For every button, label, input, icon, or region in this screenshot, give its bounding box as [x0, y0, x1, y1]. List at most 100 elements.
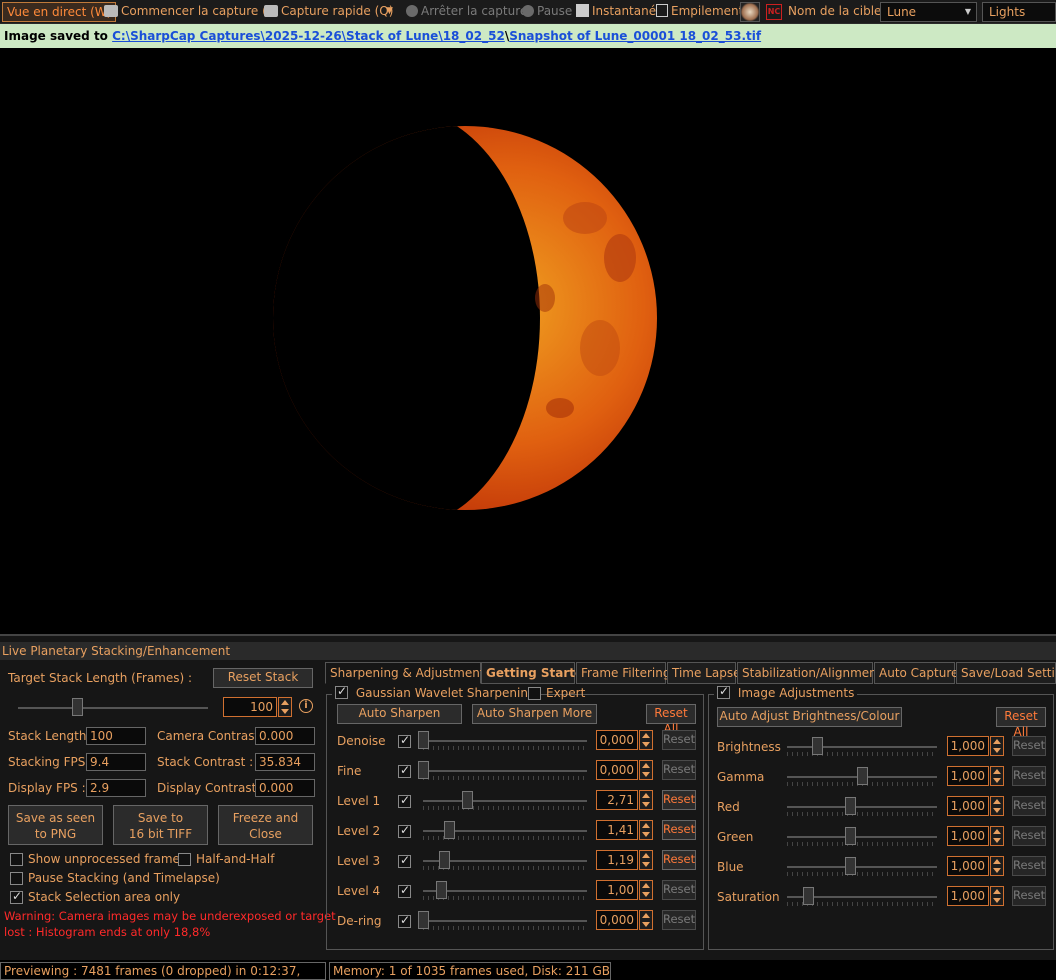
- sharpen-row-reset-button[interactable]: Reset: [662, 910, 696, 930]
- tab-getting-started[interactable]: Getting Started: [481, 662, 592, 684]
- sharpen-row-track[interactable]: [423, 770, 587, 772]
- tab-time-lapse[interactable]: Time Lapse: [667, 662, 740, 684]
- sharpen-row-reset-button[interactable]: Reset: [662, 850, 696, 870]
- sharpen-row-reset-button[interactable]: Reset: [662, 820, 696, 840]
- sharpen-row-slider[interactable]: [439, 851, 451, 869]
- adjust-row-value[interactable]: 1,000: [947, 886, 989, 906]
- adjust-row-track[interactable]: [787, 806, 937, 808]
- sharpen-row-slider[interactable]: [444, 821, 456, 839]
- saved-file-link[interactable]: Snapshot of Lune_00001 18_02_53.tif: [509, 29, 761, 43]
- sharpen-row-checkbox[interactable]: [398, 853, 411, 868]
- adjust-row-slider[interactable]: [845, 857, 856, 875]
- adjust-row-value[interactable]: 1,000: [947, 856, 989, 876]
- sharpen-row-track[interactable]: [423, 920, 587, 922]
- sharpen-row-checkbox[interactable]: [398, 793, 411, 808]
- sharpen-row-spinner[interactable]: [639, 730, 653, 750]
- sharpen-row-track[interactable]: [423, 800, 587, 802]
- reset-stack-button[interactable]: Reset Stack: [213, 668, 313, 688]
- sharpen-row-spinner[interactable]: [639, 820, 653, 840]
- adjust-row-spinner[interactable]: [990, 856, 1004, 876]
- stop-capture-button[interactable]: Arrêter la capture: [406, 2, 527, 22]
- gaussian-checkbox[interactable]: [335, 684, 348, 699]
- sharpen-row-spinner[interactable]: [639, 850, 653, 870]
- target-stack-slider[interactable]: [72, 698, 83, 716]
- adjust-row-spinner[interactable]: [990, 796, 1004, 816]
- start-capture-button[interactable]: Commencer la capture (S): [104, 2, 279, 22]
- sharpen-row-slider[interactable]: [418, 731, 429, 749]
- sharpen-row-checkbox[interactable]: [398, 763, 411, 778]
- adjust-row-value[interactable]: 1,000: [947, 826, 989, 846]
- sharpen-row-value[interactable]: 1,41: [596, 820, 638, 840]
- adjust-row-track[interactable]: [787, 746, 937, 748]
- adjust-row-slider[interactable]: [845, 797, 856, 815]
- adjust-row-reset-button[interactable]: Reset: [1012, 736, 1046, 756]
- adjust-row-reset-button[interactable]: Reset: [1012, 826, 1046, 846]
- adjust-row-track[interactable]: [787, 866, 937, 868]
- adjust-row-value[interactable]: 1,000: [947, 796, 989, 816]
- adjust-row-reset-button[interactable]: Reset: [1012, 856, 1046, 876]
- pause-button[interactable]: Pause: [522, 2, 572, 22]
- nc-icon[interactable]: NC: [766, 4, 782, 20]
- freeze-close-button[interactable]: Freeze and Close: [218, 805, 313, 845]
- sharpen-row-track[interactable]: [423, 890, 587, 892]
- stack-selection-checkbox[interactable]: [10, 889, 23, 904]
- tab-frame-filtering[interactable]: Frame Filtering: [576, 662, 670, 684]
- info-icon[interactable]: i: [299, 699, 313, 713]
- adjust-row-reset-button[interactable]: Reset: [1012, 766, 1046, 786]
- auto-adjust-button[interactable]: Auto Adjust Brightness/Colour: [717, 707, 902, 727]
- image-adjustments-checkbox[interactable]: [717, 684, 730, 699]
- sharpen-row-value[interactable]: 0,000: [596, 730, 638, 750]
- tab-stabilization[interactable]: Stabilization/Alignment: [737, 662, 881, 684]
- histogram-icon[interactable]: [740, 2, 760, 22]
- tab-save-load[interactable]: Save/Load Setting: [956, 662, 1056, 684]
- quick-capture-dropdown[interactable]: ▼: [386, 2, 393, 22]
- sharpen-row-slider[interactable]: [436, 881, 448, 899]
- adjust-row-spinner[interactable]: [990, 826, 1004, 846]
- snapshot-button[interactable]: Instantané: [576, 2, 656, 22]
- sharpen-row-value[interactable]: 2,71: [596, 790, 638, 810]
- image-viewer[interactable]: [0, 48, 1056, 634]
- target-stack-track[interactable]: [18, 707, 208, 709]
- sharpen-row-value[interactable]: 1,19: [596, 850, 638, 870]
- adjust-row-slider[interactable]: [812, 737, 823, 755]
- adjust-row-slider[interactable]: [845, 827, 856, 845]
- adjust-row-value[interactable]: 1,000: [947, 766, 989, 786]
- stacking-button[interactable]: Empilement: [656, 2, 743, 22]
- frame-type-select[interactable]: Lights: [982, 2, 1056, 22]
- sharpen-row-spinner[interactable]: [639, 910, 653, 930]
- target-name-select[interactable]: Lune ▼: [880, 2, 977, 22]
- adjust-row-spinner[interactable]: [990, 766, 1004, 786]
- sharpen-row-value[interactable]: 0,000: [596, 760, 638, 780]
- adjust-row-track[interactable]: [787, 836, 937, 838]
- adjust-row-slider[interactable]: [803, 887, 814, 905]
- adjust-reset-all-button[interactable]: Reset All: [996, 707, 1046, 739]
- sharpen-row-checkbox[interactable]: [398, 913, 411, 928]
- save-png-button[interactable]: Save as seen to PNG: [8, 805, 103, 845]
- sharpen-row-track[interactable]: [423, 740, 587, 742]
- saved-folder-link[interactable]: C:\SharpCap Captures\2025-12-26\Stack of…: [112, 29, 505, 43]
- sharpen-row-reset-button[interactable]: Reset: [662, 730, 696, 750]
- auto-sharpen-button[interactable]: Auto Sharpen: [337, 704, 462, 724]
- sharpen-row-slider[interactable]: [418, 761, 429, 779]
- adjust-row-slider[interactable]: [857, 767, 868, 785]
- pause-stacking-checkbox[interactable]: [10, 872, 23, 885]
- tab-auto-capture[interactable]: Auto Capture: [874, 662, 958, 684]
- adjust-row-spinner[interactable]: [990, 736, 1004, 756]
- sharpen-row-value[interactable]: 1,00: [596, 880, 638, 900]
- live-view-button[interactable]: Vue en direct (W): [2, 2, 117, 22]
- adjust-row-reset-button[interactable]: Reset: [1012, 796, 1046, 816]
- quick-capture-button[interactable]: Capture rapide (Q): [264, 2, 393, 22]
- sharpen-row-checkbox[interactable]: [398, 733, 411, 748]
- sharpen-row-spinner[interactable]: [639, 880, 653, 900]
- sharpen-row-slider[interactable]: [418, 911, 429, 929]
- adjust-row-value[interactable]: 1,000: [947, 736, 989, 756]
- show-unprocessed-checkbox[interactable]: [10, 853, 23, 866]
- sharpen-row-value[interactable]: 0,000: [596, 910, 638, 930]
- sharpen-row-reset-button[interactable]: Reset: [662, 880, 696, 900]
- sharpen-row-checkbox[interactable]: [398, 883, 411, 898]
- sharpen-row-slider[interactable]: [462, 791, 474, 809]
- tab-sharpening[interactable]: Sharpening & Adjustments: [325, 662, 491, 684]
- sharpen-row-spinner[interactable]: [639, 790, 653, 810]
- adjust-row-spinner[interactable]: [990, 886, 1004, 906]
- expert-checkbox[interactable]: [528, 687, 541, 700]
